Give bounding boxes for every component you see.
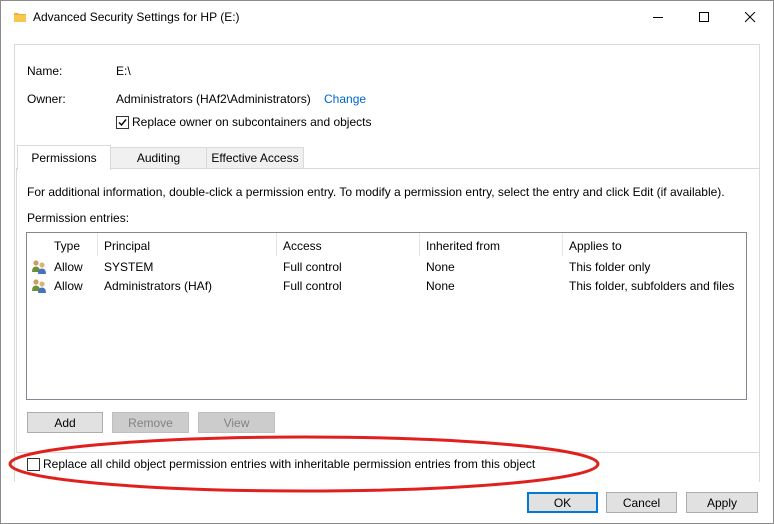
- column-header-applies-to[interactable]: Applies to: [569, 237, 622, 255]
- minimize-icon: [653, 17, 663, 18]
- owner-label: Owner:: [27, 92, 66, 106]
- replace-child-permissions-label: Replace all child object permission entr…: [43, 457, 536, 471]
- advanced-security-settings-window: Advanced Security Settings for HP (E:) N…: [0, 0, 774, 524]
- cell-principal: SYSTEM: [104, 260, 154, 274]
- minimize-button[interactable]: [635, 1, 681, 33]
- column-header-access[interactable]: Access: [283, 237, 322, 255]
- tab-effective-access[interactable]: Effective Access: [206, 147, 304, 168]
- change-owner-link[interactable]: Change: [324, 92, 366, 106]
- close-icon: [745, 12, 756, 23]
- column-header-inherited-from[interactable]: Inherited from: [426, 237, 500, 255]
- maximize-button[interactable]: [681, 1, 727, 33]
- window-title: Advanced Security Settings for HP (E:): [33, 10, 240, 24]
- cell-type: Allow: [54, 260, 83, 274]
- folder-icon: [14, 11, 26, 23]
- maximize-icon: [699, 12, 709, 22]
- users-icon: [31, 259, 47, 275]
- column-separator[interactable]: [97, 233, 98, 256]
- permissions-info-text: For additional information, double-click…: [27, 185, 725, 199]
- cell-type: Allow: [54, 279, 83, 293]
- column-separator[interactable]: [276, 233, 277, 256]
- column-header-type[interactable]: Type: [54, 237, 80, 255]
- add-button[interactable]: Add: [27, 412, 103, 433]
- replace-owner-checkbox[interactable]: [116, 116, 129, 129]
- view-button[interactable]: View: [198, 412, 275, 433]
- owner-value: Administrators (HAf2\Administrators): [116, 92, 311, 106]
- cell-inherited-from: None: [426, 279, 455, 293]
- cell-applies-to: This folder, subfolders and files: [569, 279, 735, 293]
- permission-entries-label: Permission entries:: [27, 211, 130, 225]
- column-separator[interactable]: [562, 233, 563, 256]
- title-bar[interactable]: Advanced Security Settings for HP (E:): [1, 1, 773, 33]
- ok-button[interactable]: OK: [527, 492, 598, 513]
- cancel-button[interactable]: Cancel: [606, 492, 677, 513]
- cell-access: Full control: [283, 279, 342, 293]
- apply-button[interactable]: Apply: [686, 492, 758, 513]
- close-button[interactable]: [727, 1, 773, 33]
- column-header-principal[interactable]: Principal: [104, 237, 150, 255]
- table-row[interactable]: Allow Administrators (HAf) Full control …: [27, 277, 746, 296]
- name-value: E:\: [116, 64, 131, 78]
- users-icon: [31, 278, 47, 294]
- replace-child-permissions-checkbox[interactable]: [27, 458, 40, 471]
- tab-permissions[interactable]: Permissions: [17, 145, 111, 170]
- checkmark-icon: [118, 119, 127, 127]
- column-separator[interactable]: [419, 233, 420, 256]
- cell-access: Full control: [283, 260, 342, 274]
- table-row[interactable]: Allow SYSTEM Full control None This fold…: [27, 258, 746, 277]
- cell-applies-to: This folder only: [569, 260, 651, 274]
- permission-entries-list[interactable]: Type Principal Access Inherited from App…: [26, 232, 747, 400]
- cell-principal: Administrators (HAf): [104, 279, 213, 293]
- cell-inherited-from: None: [426, 260, 455, 274]
- tab-auditing[interactable]: Auditing: [109, 147, 208, 168]
- replace-owner-label: Replace owner on subcontainers and objec…: [132, 115, 372, 129]
- name-label: Name:: [27, 64, 63, 78]
- remove-button[interactable]: Remove: [112, 412, 189, 433]
